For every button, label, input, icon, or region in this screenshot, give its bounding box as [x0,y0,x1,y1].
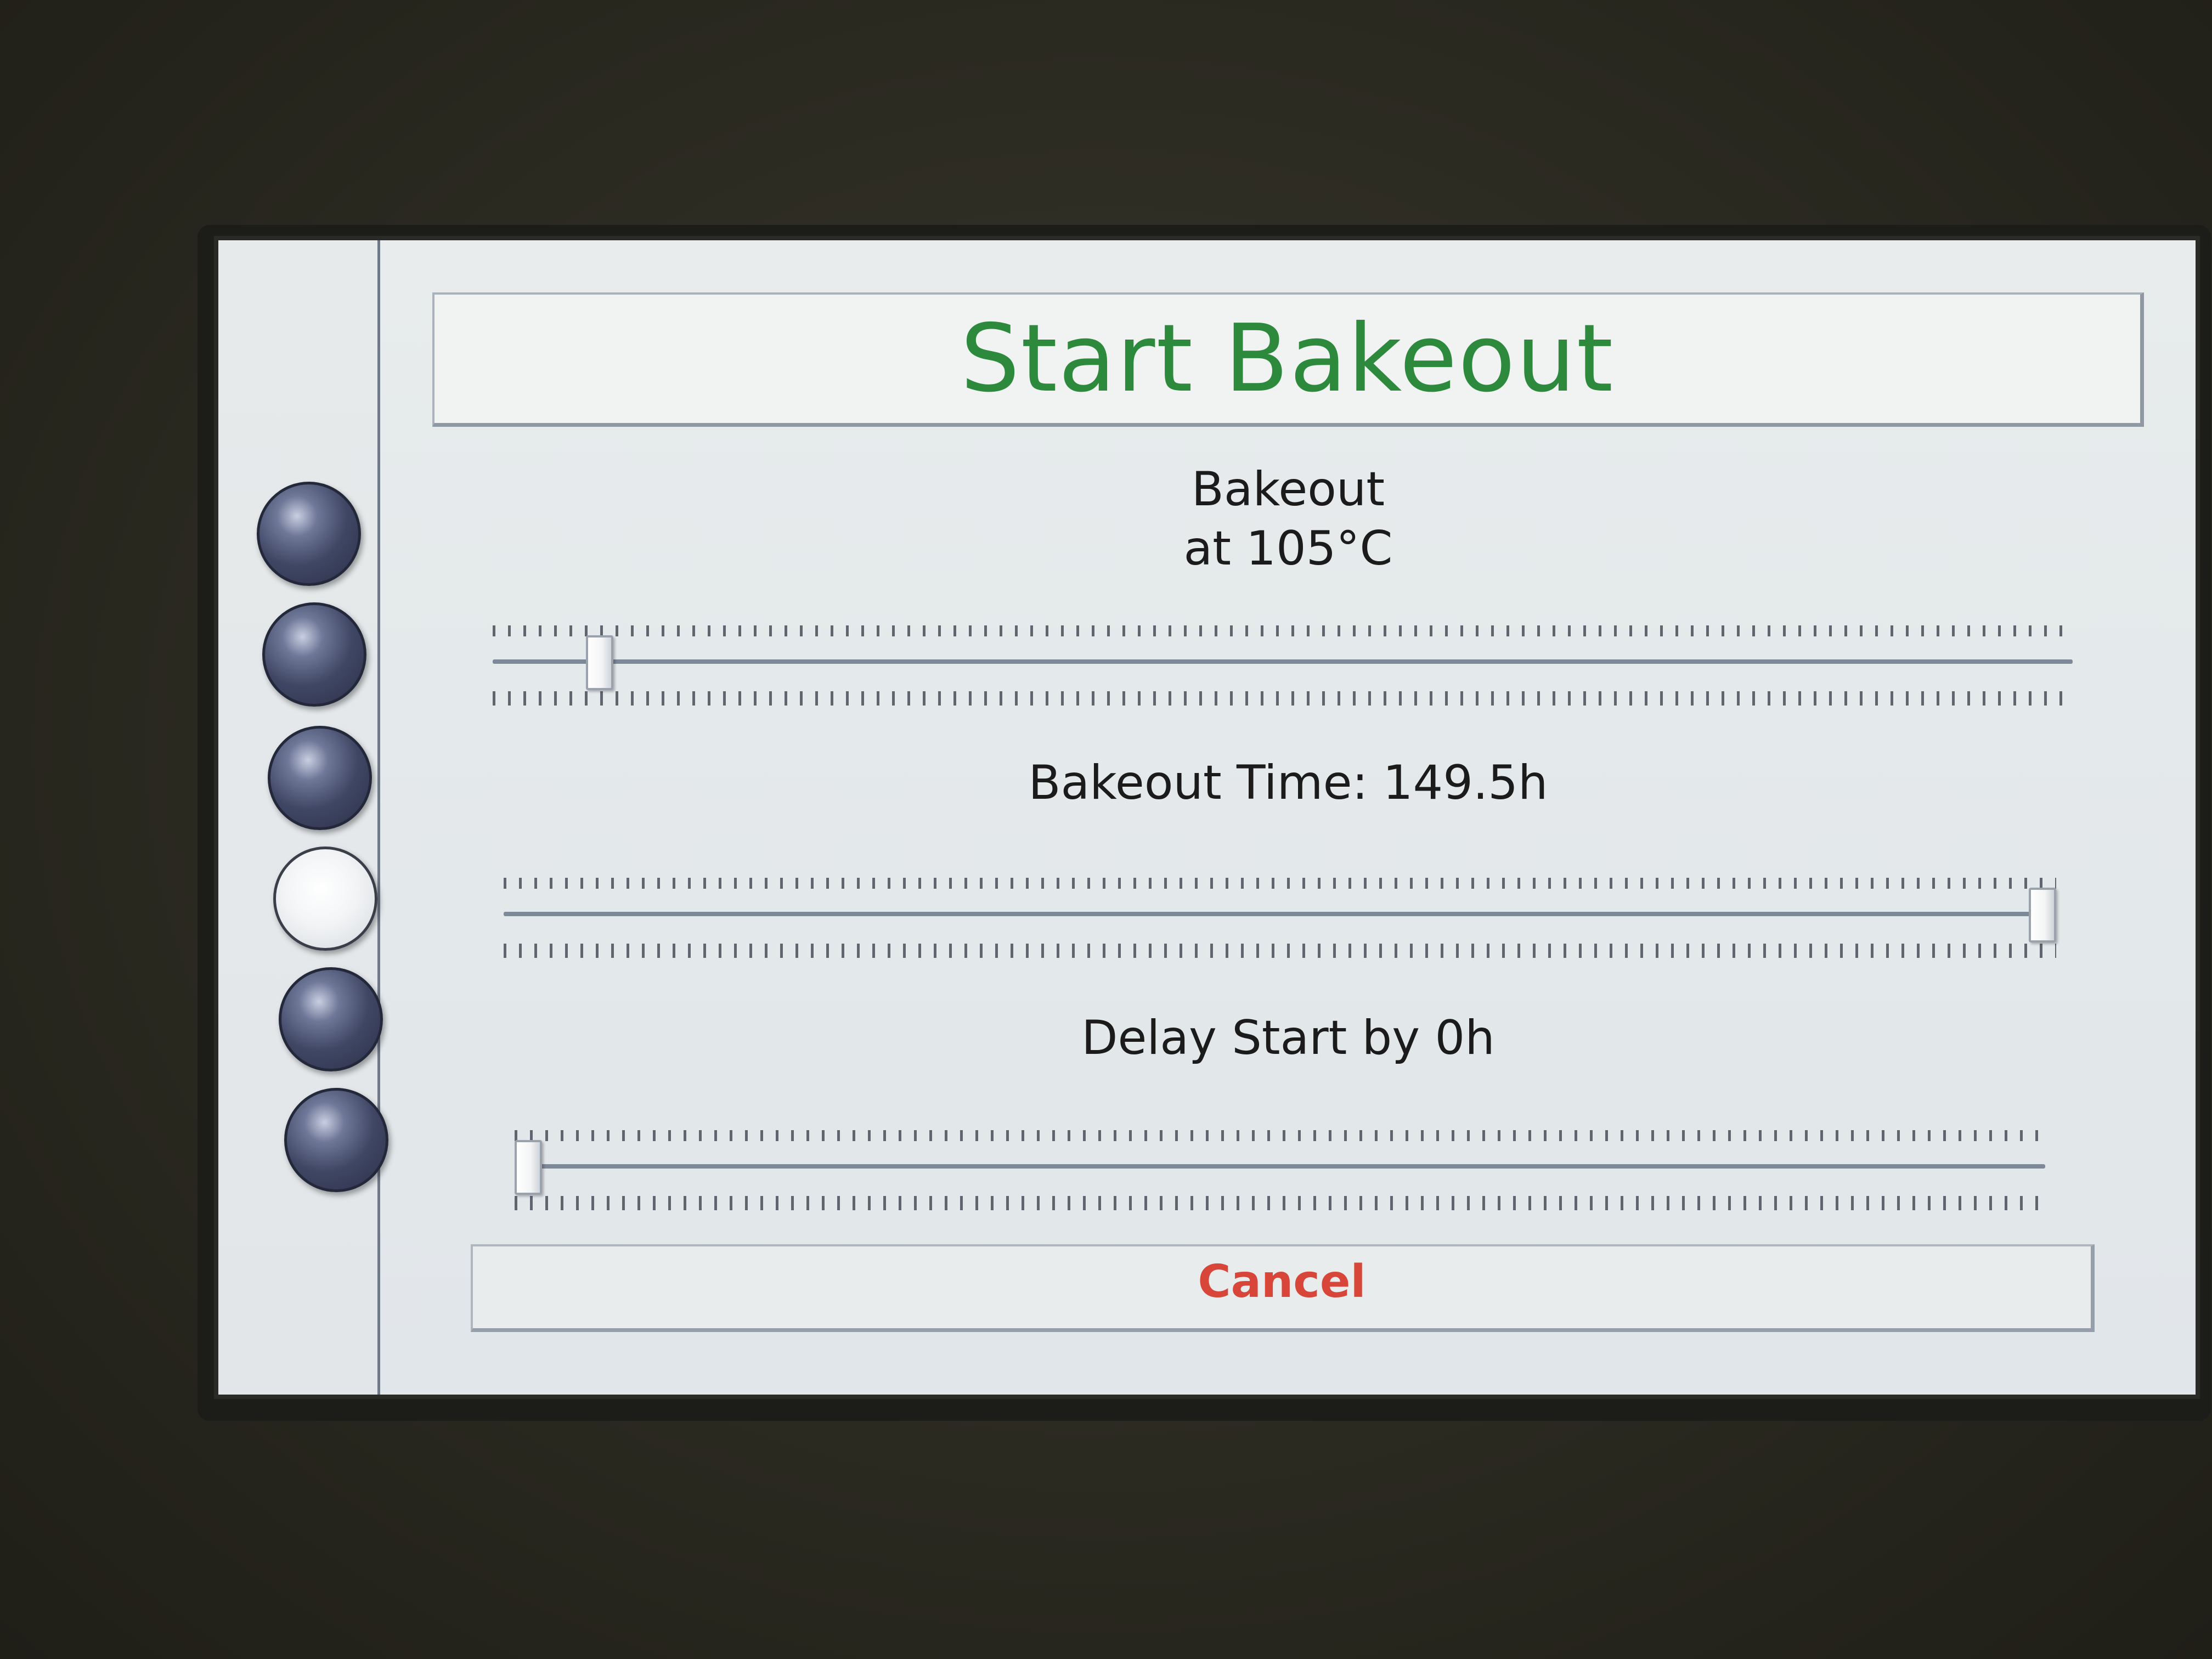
title-bar: Start Bakeout [432,292,2144,427]
delay-start-label: Delay Start by 0h [1081,1011,1495,1065]
touch-screen: Start Bakeout Bakeout at 105°C Bakeout T… [214,236,2200,1399]
slider-ticks-top [504,878,2056,889]
slider-ticks-top [493,625,2073,636]
side-button-5[interactable] [279,967,383,1071]
slider-ticks-bottom [504,944,2056,958]
slider-track [493,659,2073,664]
side-button-6[interactable] [284,1088,388,1192]
page-title: Start Bakeout [960,304,1615,413]
delay-start-slider[interactable] [515,1124,2045,1217]
slider-thumb[interactable] [2029,888,2056,943]
slider-track [515,1164,2045,1169]
bakeout-temp-slider[interactable] [493,619,2073,712]
bakeout-temp-label-line2: at 105°C [1183,521,1393,576]
side-button-3[interactable] [268,726,372,830]
side-button-4-selected[interactable] [273,847,377,951]
side-button-panel [218,240,388,1395]
cancel-button[interactable]: Cancel [471,1244,2095,1332]
slider-thumb[interactable] [585,635,613,690]
slider-track [504,912,2056,916]
side-button-1[interactable] [257,482,361,586]
cancel-button-label: Cancel [1198,1256,1366,1308]
side-button-2[interactable] [262,602,366,707]
slider-thumb[interactable] [515,1140,542,1195]
slider-ticks-bottom [493,691,2073,706]
bakeout-time-slider[interactable] [504,871,2056,964]
slider-ticks-bottom [515,1196,2045,1210]
bakeout-temp-label-line1: Bakeout [1191,462,1385,517]
slider-ticks-top [515,1130,2045,1141]
bakeout-time-label: Bakeout Time: 149.5h [1028,755,1548,810]
